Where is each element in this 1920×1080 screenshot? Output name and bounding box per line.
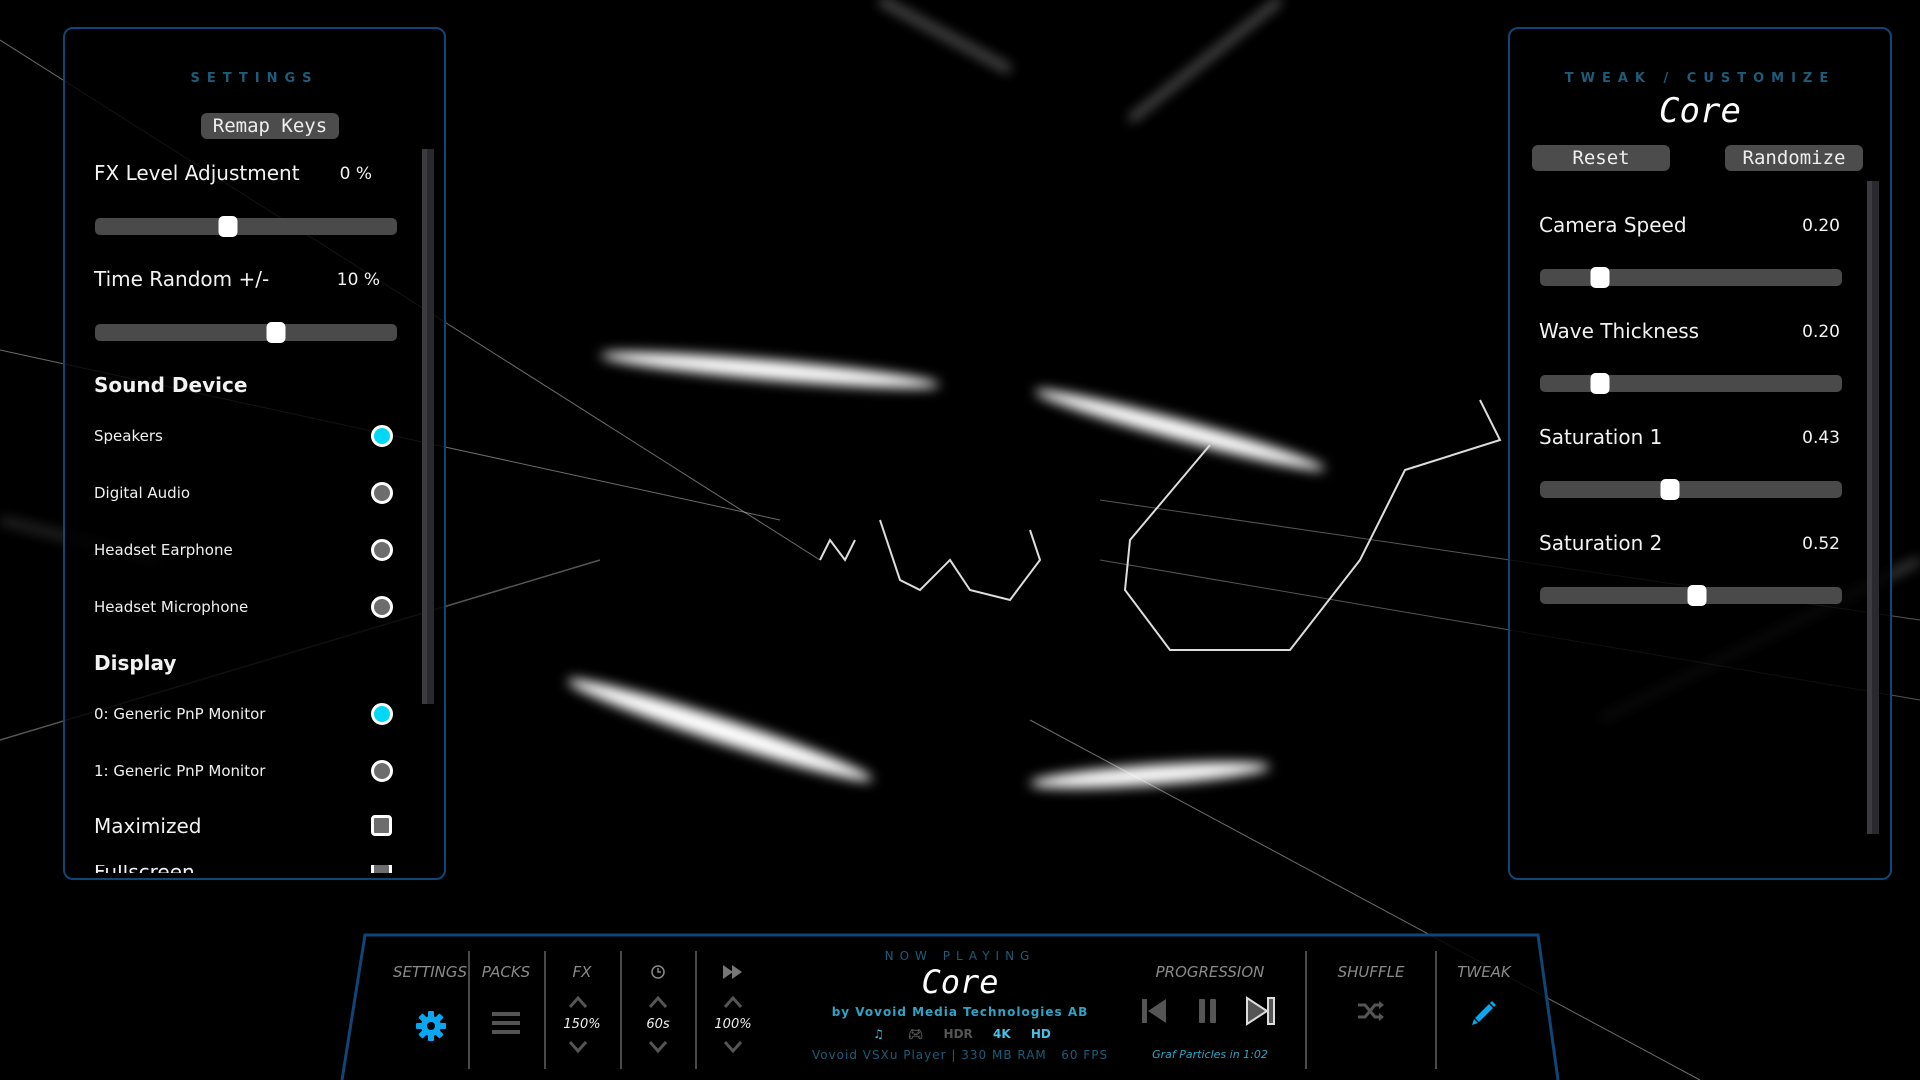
time-random-slider[interactable] bbox=[95, 322, 397, 343]
tweak-caption: TWEAK / CUSTOMIZE bbox=[1564, 71, 1836, 86]
fx-stepper: FX 150% bbox=[546, 960, 618, 1070]
maximized-label: Maximized bbox=[94, 814, 202, 838]
shuffle-label: SHUFFLE bbox=[1337, 963, 1405, 981]
chevron-up-icon[interactable] bbox=[648, 992, 668, 1012]
camera-speed-slider[interactable] bbox=[1540, 267, 1842, 288]
player-status: Vovoid VSXu Player | 330 MB RAM 60 FPS bbox=[811, 1048, 1109, 1062]
saturation-1-slider-thumb[interactable] bbox=[1660, 479, 1680, 500]
fullscreen-row-clipped: Fullscreen bbox=[65, 865, 405, 873]
settings-toggle-button[interactable]: SETTINGS bbox=[380, 960, 480, 1070]
radio-monitor-0[interactable] bbox=[371, 703, 393, 725]
now-playing: NOW PLAYING Core by Vovoid Media Technol… bbox=[790, 945, 1130, 1070]
fast-forward-icon bbox=[723, 965, 742, 979]
saturation-2-slider-thumb[interactable] bbox=[1687, 585, 1707, 606]
fx-level-label: FX Level Adjustment bbox=[94, 161, 300, 185]
time-random-slider-thumb[interactable] bbox=[266, 322, 286, 343]
sound-device-option-label: Headset Microphone bbox=[94, 598, 249, 616]
time-random-value: 10 % bbox=[336, 270, 380, 290]
settings-scrollbar[interactable] bbox=[422, 149, 434, 704]
feature-badges: ♫ 🎮︎ HDR 4K HD bbox=[790, 1027, 1130, 1041]
fx-level-value: 0 % bbox=[339, 164, 372, 184]
wave-thickness-value: 0.20 bbox=[1802, 322, 1840, 342]
next-visual-info: Graf Particles in 1:02 bbox=[1152, 1048, 1268, 1061]
speed-stepper: 100% bbox=[697, 960, 769, 1070]
music-icon: ♫ bbox=[873, 1027, 884, 1041]
sound-device-heading: Sound Device bbox=[94, 373, 248, 397]
fullscreen-label: Fullscreen bbox=[94, 865, 195, 873]
camera-speed-value: 0.20 bbox=[1802, 216, 1840, 236]
previous-icon[interactable] bbox=[1141, 998, 1167, 1024]
menu-icon bbox=[492, 1012, 520, 1034]
camera-speed-slider-thumb[interactable] bbox=[1590, 267, 1610, 288]
maximized-checkbox[interactable] bbox=[371, 815, 392, 836]
chevron-down-icon[interactable] bbox=[568, 1037, 588, 1057]
sound-device-option-label: Speakers bbox=[94, 427, 163, 445]
sound-device-option-label: Headset Earphone bbox=[94, 541, 233, 559]
saturation-2-value: 0.52 bbox=[1802, 534, 1840, 554]
fx-label: FX bbox=[572, 963, 592, 981]
sound-device-option-label: Digital Audio bbox=[94, 484, 191, 502]
fullscreen-checkbox[interactable] bbox=[371, 865, 392, 873]
track-title: Core bbox=[921, 963, 999, 1001]
saturation-2-slider[interactable] bbox=[1540, 585, 1842, 606]
chevron-up-icon[interactable] bbox=[723, 992, 743, 1012]
time-value: 60s bbox=[646, 1017, 670, 1032]
chevron-down-icon[interactable] bbox=[723, 1037, 743, 1057]
fx-level-slider-thumb[interactable] bbox=[218, 216, 238, 237]
pencil-icon bbox=[1472, 1001, 1496, 1025]
speed-value: 100% bbox=[714, 1017, 752, 1032]
chevron-up-icon[interactable] bbox=[568, 992, 588, 1012]
display-option-label: 1: Generic PnP Monitor bbox=[94, 762, 266, 780]
now-playing-caption: NOW PLAYING bbox=[884, 949, 1036, 963]
remap-keys-button[interactable]: Remap Keys bbox=[201, 113, 339, 139]
4k-badge: 4K bbox=[992, 1027, 1011, 1041]
chevron-down-icon[interactable] bbox=[648, 1037, 668, 1057]
next-icon[interactable] bbox=[1245, 996, 1277, 1026]
hdr-badge: HDR bbox=[943, 1027, 973, 1041]
packs-label: PACKS bbox=[481, 963, 531, 981]
gear-icon bbox=[416, 1011, 446, 1041]
progression-label: PROGRESSION bbox=[1155, 963, 1265, 981]
pause-icon[interactable] bbox=[1197, 998, 1219, 1024]
display-heading: Display bbox=[94, 651, 177, 675]
track-author: by Vovoid Media Technologies AB bbox=[831, 1005, 1089, 1019]
wave-thickness-label: Wave Thickness bbox=[1539, 319, 1700, 343]
camera-speed-label: Camera Speed bbox=[1539, 213, 1687, 237]
gamepad-icon: 🎮︎ bbox=[908, 1027, 924, 1041]
packs-button[interactable]: PACKS bbox=[470, 960, 542, 1070]
radio-speakers[interactable] bbox=[371, 425, 393, 447]
radio-headset-microphone[interactable] bbox=[371, 596, 393, 618]
settings-panel: SETTINGS Remap Keys FX Level Adjustment … bbox=[63, 27, 446, 880]
saturation-2-label: Saturation 2 bbox=[1539, 531, 1663, 555]
time-random-label: Time Random +/- bbox=[94, 267, 270, 291]
settings-toggle-label: SETTINGS bbox=[392, 963, 468, 981]
wave-thickness-slider[interactable] bbox=[1540, 373, 1842, 394]
saturation-1-label: Saturation 1 bbox=[1539, 425, 1663, 449]
fx-value: 150% bbox=[563, 1017, 601, 1032]
display-option-label: 0: Generic PnP Monitor bbox=[94, 705, 266, 723]
randomize-button[interactable]: Randomize bbox=[1725, 145, 1863, 171]
time-stepper: 60s bbox=[622, 960, 694, 1070]
tweak-toggle-button[interactable]: TWEAK bbox=[1437, 960, 1531, 1070]
tweak-scrollbar[interactable] bbox=[1867, 181, 1879, 834]
radio-headset-earphone[interactable] bbox=[371, 539, 393, 561]
radio-monitor-1[interactable] bbox=[371, 760, 393, 782]
tweak-panel: TWEAK / CUSTOMIZE Core Reset Randomize C… bbox=[1508, 27, 1892, 880]
saturation-1-value: 0.43 bbox=[1802, 428, 1840, 448]
settings-caption: SETTINGS bbox=[190, 71, 319, 86]
tweak-toggle-label: TWEAK bbox=[1457, 963, 1511, 981]
progression-controls: PROGRESSION Graf Particles in 1:02 bbox=[1125, 960, 1295, 1070]
saturation-1-slider[interactable] bbox=[1540, 479, 1842, 500]
shuffle-button[interactable]: SHUFFLE bbox=[1307, 960, 1435, 1070]
reset-button[interactable]: Reset bbox=[1532, 145, 1670, 171]
shuffle-icon bbox=[1358, 1001, 1384, 1021]
hd-badge: HD bbox=[1030, 1027, 1051, 1041]
wave-thickness-slider-thumb[interactable] bbox=[1590, 373, 1610, 394]
tweak-title: Core bbox=[1659, 91, 1741, 131]
radio-digital-audio[interactable] bbox=[371, 482, 393, 504]
clock-icon bbox=[651, 965, 665, 979]
fx-level-slider[interactable] bbox=[95, 216, 397, 237]
